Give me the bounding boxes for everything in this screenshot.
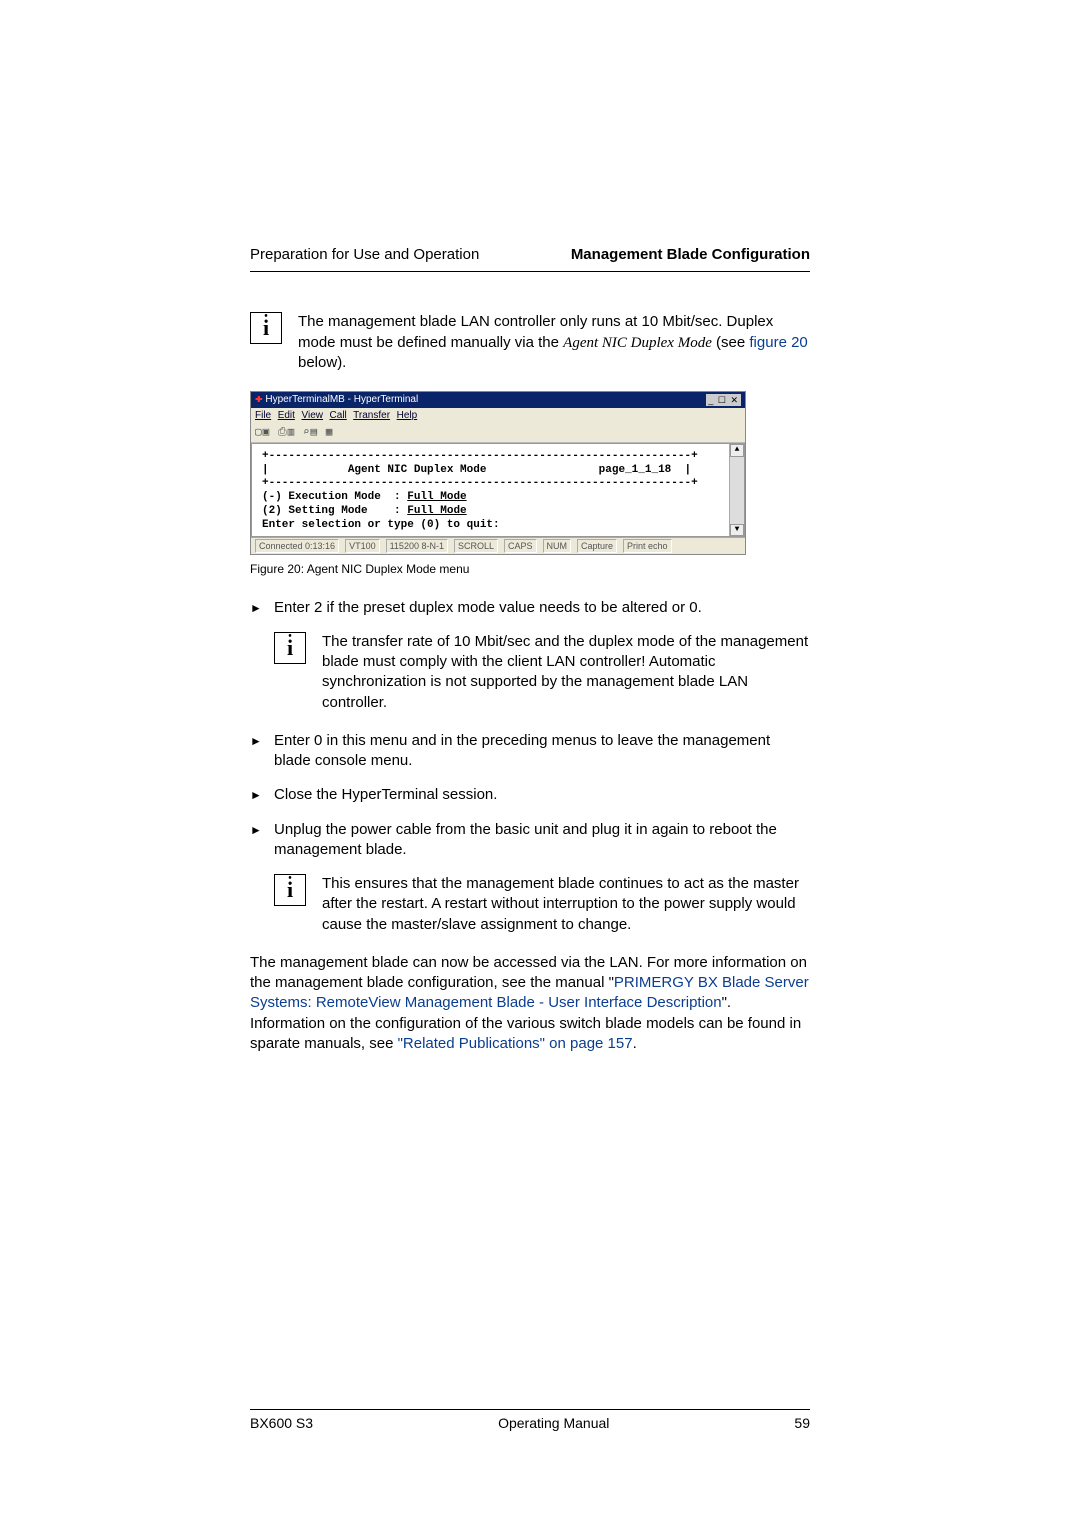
step-1-text: Enter 2 if the preset duplex mode value …	[274, 599, 702, 616]
header-right: Management Blade Configuration	[571, 245, 810, 265]
window-menu[interactable]: File Edit View Call Transfer Help	[251, 408, 745, 424]
footer-center: Operating Manual	[498, 1414, 609, 1433]
footer-page: 59	[794, 1414, 810, 1433]
window-buttons[interactable]: _ ☐ ✕	[706, 394, 741, 406]
step-2: ► Enter 0 in this menu and in the preced…	[250, 731, 810, 772]
step-4-text: Unplug the power cable from the basic un…	[274, 821, 777, 858]
info-note-2: i The transfer rate of 10 Mbit/sec and t…	[274, 632, 810, 713]
info1-part2a: (see	[712, 334, 750, 351]
info-text-1: The management blade LAN controller only…	[298, 312, 810, 373]
toolbar[interactable]: ▢▣ ⎙▥ ⌕▤ ▦	[251, 423, 745, 443]
figure-link[interactable]: figure 20	[749, 334, 807, 351]
status-bar: Connected 0:13:16 VT100 115200 8-N-1 SCR…	[251, 537, 745, 554]
step-3-text: Close the HyperTerminal session.	[274, 786, 497, 803]
scrollbar[interactable]	[729, 444, 744, 537]
step-1: ► Enter 2 if the preset duplex mode valu…	[250, 598, 810, 618]
info-note-3: i This ensures that the management blade…	[274, 874, 810, 935]
info-text-2: The transfer rate of 10 Mbit/sec and the…	[322, 632, 810, 713]
info-icon: i	[274, 632, 306, 664]
window-titlebar: 🞧 HyperTerminalMB - HyperTerminal _ ☐ ✕	[251, 392, 745, 408]
closing-c: .	[633, 1035, 637, 1052]
header-rule	[250, 271, 810, 272]
info1-italic: Agent NIC Duplex Mode	[563, 335, 712, 351]
footer-left: BX600 S3	[250, 1414, 313, 1433]
step-3: ► Close the HyperTerminal session.	[250, 785, 810, 805]
figure-20: 🞧 HyperTerminalMB - HyperTerminal _ ☐ ✕ …	[250, 391, 810, 578]
terminal-area: +---------------------------------------…	[251, 443, 745, 538]
bullet-arrow-icon: ►	[250, 733, 262, 749]
bullet-arrow-icon: ►	[250, 822, 262, 838]
info-text-3: This ensures that the management blade c…	[322, 874, 810, 935]
manual-link-2[interactable]: "Related Publications" on page 157	[398, 1035, 633, 1052]
step-2-text: Enter 0 in this menu and in the precedin…	[274, 732, 770, 769]
header-left: Preparation for Use and Operation	[250, 245, 479, 265]
step-4: ► Unplug the power cable from the basic …	[250, 820, 810, 861]
info-icon: i	[274, 874, 306, 906]
figure-caption: Figure 20: Agent NIC Duplex Mode menu	[250, 561, 810, 577]
info-note-1: i The management blade LAN controller on…	[250, 312, 810, 373]
closing-paragraph: The management blade can now be accessed…	[250, 953, 810, 1054]
bullet-arrow-icon: ►	[250, 787, 262, 803]
footer-rule	[250, 1409, 810, 1410]
info-icon: i	[250, 312, 282, 344]
info1-part2b: below).	[298, 354, 346, 371]
window-title: HyperTerminalMB - HyperTerminal	[265, 394, 418, 405]
bullet-arrow-icon: ►	[250, 600, 262, 616]
